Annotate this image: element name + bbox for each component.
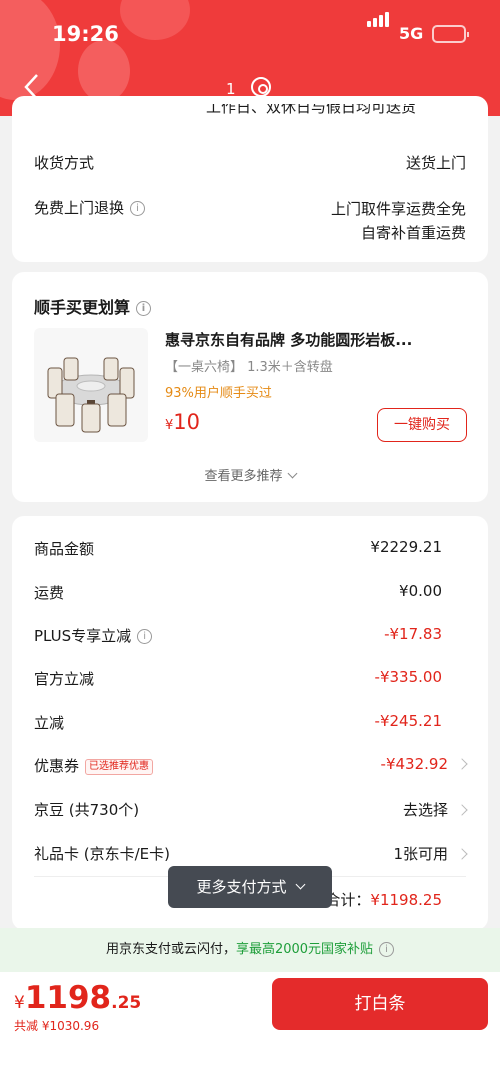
checkout-bar: ¥1198.25 共减 ¥1030.96 打白条 <box>0 972 500 1081</box>
info-icon[interactable]: i <box>379 942 395 957</box>
recommend-title: 顺手买更划算 <box>34 298 131 317</box>
free-return-value-line2: 自寄补首重运费 <box>360 224 466 242</box>
one-click-buy-button[interactable]: 一键购买 <box>377 408 467 442</box>
product-price: ¥10 <box>165 410 201 434</box>
info-icon[interactable]: i <box>137 629 153 644</box>
status-time: 19:26 <box>52 22 119 46</box>
more-recommend-link[interactable]: 查看更多推荐 <box>12 465 488 484</box>
total-value: ¥1198.25 <box>370 891 442 909</box>
chevron-right-icon <box>456 847 468 860</box>
battery-icon <box>432 25 469 43</box>
network-label: 5G <box>399 24 424 43</box>
chevron-down-icon <box>295 879 305 890</box>
product-spec: 【一桌六椅】 1.3米＋含转盘 <box>165 360 333 375</box>
pay-button[interactable]: 打白条 <box>272 978 488 1030</box>
info-icon[interactable]: i <box>136 301 152 316</box>
total-label: 合计： <box>325 891 371 909</box>
footer-total: ¥1198.25 <box>14 980 142 1016</box>
delivery-method-label: 收货方式 <box>34 154 95 172</box>
chevron-right-icon <box>456 803 468 816</box>
free-return-value-line1: 上门取件享运费全免 <box>330 200 466 218</box>
product-thumbnail[interactable] <box>34 328 148 442</box>
dining-table-image <box>47 357 135 433</box>
coupon-tag: 已选推荐优惠 <box>85 758 154 775</box>
recommend-card: 顺手买更划算 i 惠寻京东自有品牌 多功能圆形岩板... 【一桌六椅】 1.3米＋… <box>12 272 488 502</box>
delivery-method-value: 送货上门 <box>405 154 466 172</box>
chevron-right-icon <box>456 757 468 770</box>
free-return-label: 免费上门退换 <box>34 199 125 217</box>
delivery-clipped-text: 工作日、双休日与假日均可送货 <box>206 104 417 116</box>
chevron-down-icon <box>287 468 297 479</box>
info-icon[interactable]: i <box>130 201 146 216</box>
more-payment-tooltip[interactable]: 更多支付方式 <box>168 866 332 908</box>
subsidy-banner[interactable]: 用京东支付或云闪付，享最高2000元国家补贴 i <box>0 928 500 972</box>
location-pin-icon[interactable] <box>251 77 271 97</box>
decor-balloon <box>78 40 130 102</box>
delivery-card: 工作日、双休日与假日均可送货 收货方式 送货上门 免费上门退换 i 上门取件享运费… <box>12 96 488 262</box>
footer-saved: 共减 ¥1030.96 <box>14 1019 100 1033</box>
bought-together-text: 93%用户顺手买过 <box>165 386 272 401</box>
status-bar: 19:26 5G <box>0 12 500 46</box>
product-name[interactable]: 惠寻京东自有品牌 多功能圆形岩板... <box>165 329 475 350</box>
